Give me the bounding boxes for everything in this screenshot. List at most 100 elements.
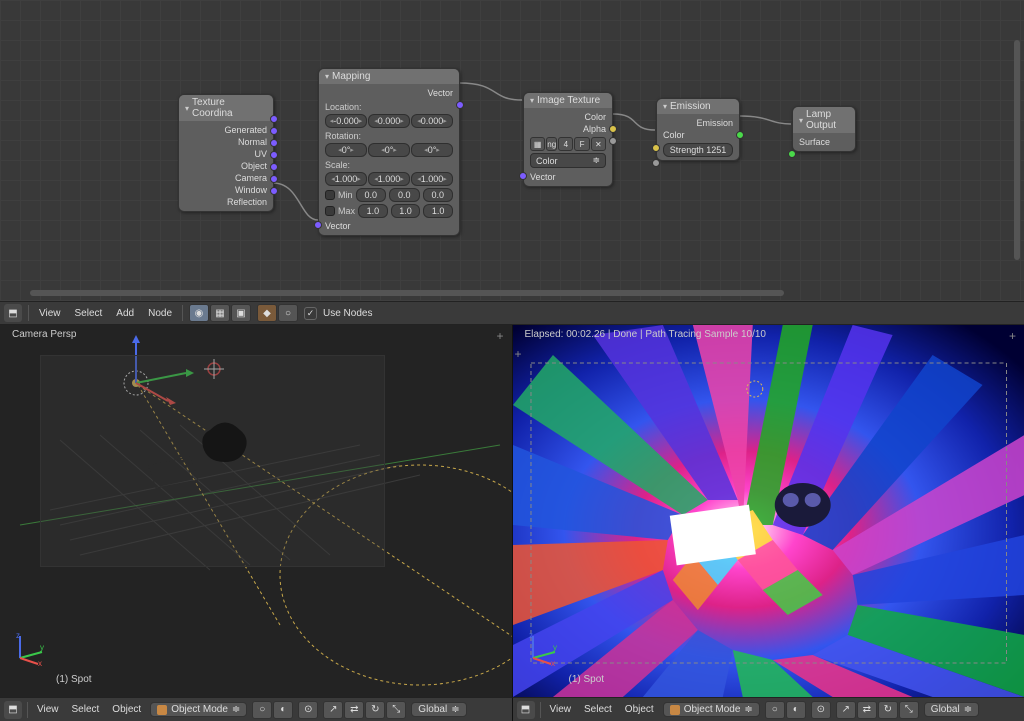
user-count[interactable]: 4	[558, 137, 573, 151]
node-header[interactable]: ▾ Emission	[657, 99, 739, 114]
image-name[interactable]: ng	[546, 137, 557, 151]
fake-user-button[interactable]: F	[574, 137, 589, 151]
scale-y[interactable]: ◂1.000▸	[368, 172, 410, 186]
min-z[interactable]: 0.0	[423, 188, 454, 202]
mode-dropdown[interactable]: Object Mode ≑	[663, 702, 760, 717]
node-title: Emission	[670, 101, 711, 112]
menu-select[interactable]: Select	[68, 704, 104, 715]
location-x[interactable]: ◂-0.000▸	[325, 114, 367, 128]
menu-select[interactable]: Select	[71, 308, 107, 319]
min-checkbox[interactable]	[325, 190, 335, 200]
min-x[interactable]: 0.0	[356, 188, 387, 202]
output-normal[interactable]: Normal	[185, 136, 267, 148]
shader-type-icon[interactable]: ◉	[189, 304, 209, 322]
svg-text:y: y	[553, 643, 557, 652]
rotate-icon[interactable]: ↻	[878, 701, 898, 719]
scale-z[interactable]: ◂1.000▸	[411, 172, 453, 186]
menu-add[interactable]: Add	[112, 308, 138, 319]
output-emission[interactable]: Emission	[663, 117, 733, 129]
menu-object[interactable]: Object	[108, 704, 145, 715]
node-editor[interactable]: ▾ Texture Coordina Generated Normal UV O…	[0, 0, 1024, 301]
pivot-icon[interactable]: ⊙	[811, 701, 831, 719]
toolbar-expand-icon[interactable]: +	[515, 347, 522, 361]
editor-type-icon[interactable]: ⬒	[4, 304, 22, 322]
node-lamp-output[interactable]: ▾ Lamp Output Surface	[792, 106, 856, 152]
rotation-x[interactable]: ◂0°▸	[325, 143, 367, 157]
mode-dropdown[interactable]: Object Mode ≑	[150, 702, 247, 717]
input-vector[interactable]: Vector	[325, 220, 453, 232]
world-data-icon[interactable]: ○	[278, 304, 298, 322]
pivot-icon[interactable]: ⊙	[298, 701, 318, 719]
node-mapping[interactable]: ▾ Mapping Vector Location: ◂-0.000▸ ◂0.0…	[318, 68, 460, 236]
shading-solid-icon[interactable]: ○	[252, 701, 272, 719]
output-generated[interactable]: Generated	[185, 124, 267, 136]
menu-view[interactable]: View	[33, 704, 63, 715]
scale-icon[interactable]: ⤡	[899, 701, 919, 719]
orientation-dropdown[interactable]: Global ≑	[924, 702, 979, 717]
output-reflection[interactable]: Reflection	[185, 196, 267, 208]
location-z[interactable]: ◂0.000▸	[411, 114, 453, 128]
translate-icon[interactable]: ⇄	[344, 701, 364, 719]
node-texture-coordinate[interactable]: ▾ Texture Coordina Generated Normal UV O…	[178, 94, 274, 212]
output-camera[interactable]: Camera	[185, 172, 267, 184]
use-nodes-label: Use Nodes	[323, 308, 372, 319]
strength-field[interactable]: Strength 1251	[663, 143, 733, 157]
use-nodes-checkbox[interactable]	[304, 307, 317, 320]
output-window[interactable]: Window	[185, 184, 267, 196]
output-alpha[interactable]: Alpha	[530, 123, 606, 135]
scrollbar-vertical[interactable]	[1014, 40, 1020, 260]
menu-node[interactable]: Node	[144, 308, 176, 319]
scale-icon[interactable]: ⤡	[386, 701, 406, 719]
menu-object[interactable]: Object	[621, 704, 658, 715]
manipulator-toggle[interactable]: ↗	[836, 701, 856, 719]
manipulator-toggle[interactable]: ↗	[323, 701, 343, 719]
translate-icon[interactable]: ⇄	[857, 701, 877, 719]
input-color[interactable]: Color	[663, 129, 733, 141]
editor-type-icon[interactable]: ⬒	[4, 701, 22, 719]
location-y[interactable]: ◂0.000▸	[368, 114, 410, 128]
node-header[interactable]: ▾ Image Texture	[524, 93, 612, 108]
scale-label: Scale:	[325, 160, 453, 170]
node-header[interactable]: ▾ Mapping	[319, 69, 459, 84]
compositor-type-icon[interactable]: ▦	[210, 304, 230, 322]
viewport-left[interactable]: Camera Persp +	[0, 325, 513, 697]
editor-type-icon[interactable]: ⬒	[517, 701, 535, 719]
object-data-icon[interactable]: ◆	[257, 304, 277, 322]
menu-view[interactable]: View	[546, 704, 576, 715]
selected-object-label: (1) Spot	[569, 674, 605, 685]
menu-select[interactable]: Select	[580, 704, 616, 715]
scale-x[interactable]: ◂1.000▸	[325, 172, 367, 186]
rotation-label: Rotation:	[325, 131, 453, 141]
rotation-y[interactable]: ◂0°▸	[368, 143, 410, 157]
node-emission[interactable]: ▾ Emission Emission Color Strength 1251	[656, 98, 740, 161]
max-x[interactable]: 1.0	[358, 204, 388, 218]
toolbar-expand-icon[interactable]: +	[496, 329, 503, 343]
node-header[interactable]: ▾ Lamp Output	[793, 107, 855, 133]
node-image-texture[interactable]: ▾ Image Texture Color Alpha ▦ ng 4 F ✕ C…	[523, 92, 613, 187]
viewport-right[interactable]: Elapsed: 00:02.26 | Done | Path Tracing …	[513, 325, 1024, 697]
unlink-icon[interactable]: ✕	[591, 137, 606, 151]
orientation-dropdown[interactable]: Global ≑	[411, 702, 466, 717]
output-object[interactable]: Object	[185, 160, 267, 172]
output-uv[interactable]: UV	[185, 148, 267, 160]
colorspace-dropdown[interactable]: Color ≑	[530, 153, 606, 168]
toolbar-expand-icon[interactable]: +	[1009, 329, 1016, 343]
texture-type-icon[interactable]: ▣	[231, 304, 251, 322]
shading-solid-icon[interactable]: ○	[765, 701, 785, 719]
browse-image-icon[interactable]: ▦	[530, 137, 545, 151]
shading-rendered-icon[interactable]: ◐	[786, 701, 806, 719]
max-y[interactable]: 1.0	[391, 204, 421, 218]
menu-view[interactable]: View	[35, 308, 65, 319]
input-surface[interactable]: Surface	[799, 136, 849, 148]
output-vector[interactable]: Vector	[325, 87, 453, 99]
max-z[interactable]: 1.0	[423, 204, 453, 218]
node-header[interactable]: ▾ Texture Coordina	[179, 95, 273, 121]
rotate-icon[interactable]: ↻	[365, 701, 385, 719]
rotation-z[interactable]: ◂0°▸	[411, 143, 453, 157]
max-checkbox[interactable]	[325, 206, 335, 216]
scrollbar-horizontal[interactable]	[30, 290, 784, 296]
min-y[interactable]: 0.0	[389, 188, 420, 202]
shading-rendered-icon[interactable]: ◐	[273, 701, 293, 719]
output-color[interactable]: Color	[530, 111, 606, 123]
input-vector[interactable]: Vector	[530, 171, 606, 183]
